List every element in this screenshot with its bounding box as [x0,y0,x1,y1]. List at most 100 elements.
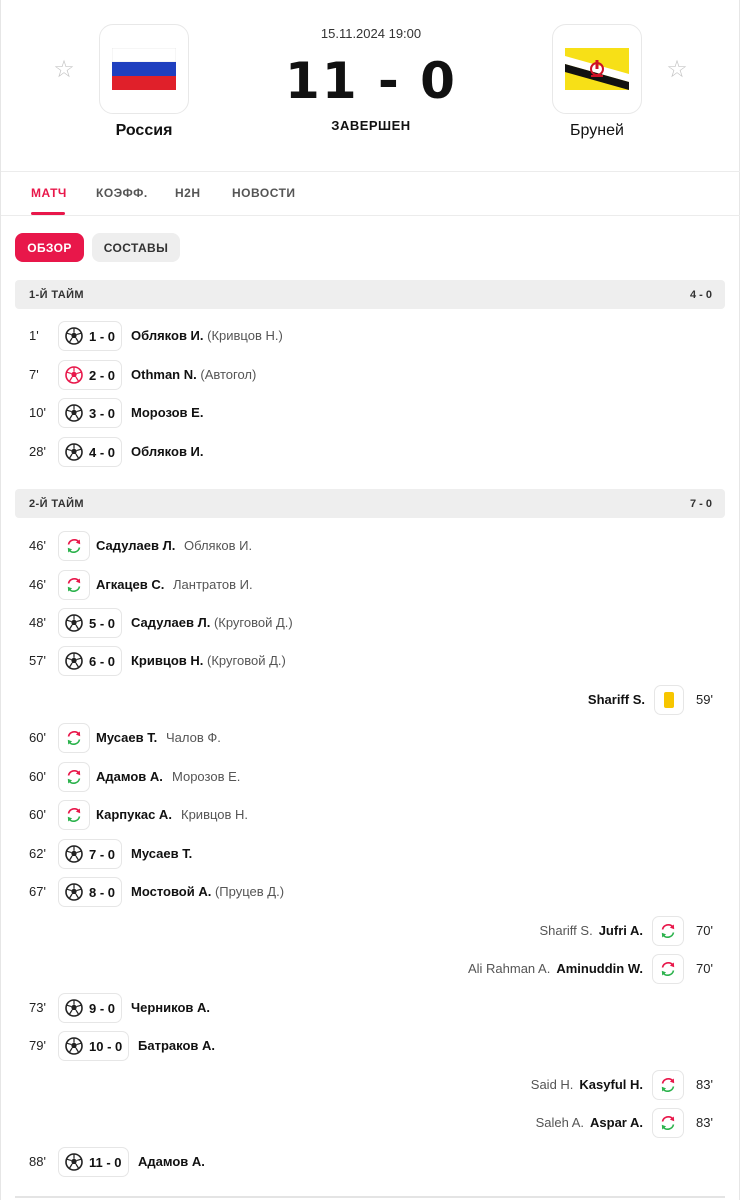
scorer-name[interactable]: Мусаев Т. [131,846,192,861]
event-player[interactable]: Агкацев С. [96,577,164,592]
assist-name[interactable]: (Автогол) [200,367,256,382]
event-row[interactable]: 83' Said H. Kasyful H. [1,1070,740,1100]
player-in-name[interactable]: Мусаев Т. [96,730,157,745]
scorer-name[interactable]: Адамов А. [138,1154,205,1169]
event-player[interactable]: Обляков И. [131,444,204,459]
pill-overview[interactable]: ОБЗОР [15,233,84,262]
scorer-name[interactable]: Othman N. [131,367,197,382]
home-team-name[interactable]: Россия [54,122,234,140]
event-row[interactable]: 88' 11 - 0 Адамов А. [1,1147,740,1177]
away-team-name[interactable]: Бруней [507,122,687,140]
event-row[interactable]: 60' Адамов А. Морозов Е. [1,762,740,792]
player-in-name[interactable]: Карпукас А. [96,807,172,822]
tab-news[interactable]: НОВОСТИ [232,186,296,200]
assist-name[interactable]: (Круговой Д.) [214,615,293,630]
substitution-badge [652,916,684,946]
event-player[interactable]: Адамов А. [138,1154,205,1169]
scorer-name[interactable]: Обляков И. [131,444,204,459]
event-player[interactable]: Карпукас А. [96,807,172,822]
player-out-name[interactable]: Морозов Е. [172,769,240,784]
player-in-name[interactable]: Aminuddin W. [556,961,643,976]
player-out-name[interactable]: Лантратов И. [173,577,253,592]
event-player[interactable]: Кривцов Н. (Круговой Д.) [131,653,286,668]
goal-badge: 2 - 0 [58,360,123,390]
event-row[interactable]: 67' 8 - 0 Мостовой А. (Пруцев Д.) [1,877,740,907]
event-row[interactable]: 79' 10 - 0 Батраков А. [1,1031,740,1061]
scorer-name[interactable]: Кривцов Н. [131,653,203,668]
event-minute: 83' [696,1115,713,1130]
event-row[interactable]: 48' 5 - 0 Садулаев Л. (Круговой Д.) [1,608,740,638]
event-row[interactable]: 70' Ali Rahman A. Aminuddin W. [1,954,740,984]
scorer-name[interactable]: Обляков И. [131,328,204,343]
event-row[interactable]: 62' 7 - 0 Мусаев Т. [1,839,740,869]
event-player[interactable]: Said H. Kasyful H. [531,1077,643,1092]
substitution-badge [58,570,90,600]
event-row[interactable]: 60' Мусаев Т. Чалов Ф. [1,723,740,753]
player-out-name[interactable]: Обляков И. [184,538,252,553]
player-out-name[interactable]: Ali Rahman A. [468,961,550,976]
player-in-name[interactable]: Kasyful H. [579,1077,643,1092]
booked-player-name[interactable]: Shariff S. [588,692,645,707]
assist-name[interactable]: (Кривцов Н.) [207,328,283,343]
tab-h2h[interactable]: H2H [175,186,201,200]
event-minute: 83' [696,1077,713,1092]
event-player[interactable]: Садулаев Л. [96,538,175,553]
scorer-name[interactable]: Морозов Е. [131,405,203,420]
scorer-name[interactable]: Мостовой А. [131,884,211,899]
scorer-name[interactable]: Черников А. [131,1000,210,1015]
event-player[interactable]: Мостовой А. (Пруцев Д.) [131,884,284,899]
player-in-name[interactable]: Aspar A. [590,1115,643,1130]
event-row[interactable]: 57' 6 - 0 Кривцов Н. (Круговой Д.) [1,646,740,676]
player-in-name[interactable]: Адамов А. [96,769,163,784]
player-out-name[interactable]: Shariff S. [539,923,592,938]
event-player[interactable]: Othman N. (Автогол) [131,367,256,382]
assist-name[interactable]: (Пруцев Д.) [215,884,284,899]
event-player[interactable]: Мусаев Т. [96,730,157,745]
event-player[interactable]: Мусаев Т. [131,846,192,861]
event-player[interactable]: Садулаев Л. (Круговой Д.) [131,615,293,630]
substitution-arrows-icon [65,537,83,555]
event-row[interactable]: 7' 2 - 0 Othman N. (Автогол) [1,360,740,390]
event-row[interactable]: 28' 4 - 0 Обляков И. [1,437,740,467]
pill-lineups[interactable]: СОСТАВЫ [92,233,180,262]
player-out-name[interactable]: Кривцов Н. [181,807,248,822]
event-player[interactable]: Батраков А. [138,1038,215,1053]
assist-name[interactable]: (Круговой Д.) [207,653,286,668]
player-in-name[interactable]: Садулаев Л. [96,538,175,553]
event-row[interactable]: 10' 3 - 0 Морозов Е. [1,398,740,428]
tab-match[interactable]: МАТЧ [31,186,67,200]
event-row[interactable]: 60' Карпукас А. Кривцов Н. [1,800,740,830]
event-row[interactable]: 73' 9 - 0 Черников А. [1,993,740,1023]
event-player[interactable]: Shariff S. [588,692,645,707]
event-row[interactable]: 83' Saleh A. Aspar A. [1,1108,740,1138]
favorite-home-star-icon[interactable]: ☆ [52,58,76,82]
player-out-name[interactable]: Saleh A. [536,1115,584,1130]
home-team-logo[interactable] [99,24,189,114]
favorite-away-star-icon[interactable]: ☆ [665,58,689,82]
event-row[interactable]: 1' 1 - 0 Обляков И. (Кривцов Н.) [1,321,740,351]
event-score: 11 - 0 [89,1154,122,1170]
scorer-name[interactable]: Батраков А. [138,1038,215,1053]
tab-odds[interactable]: КОЭФФ. [96,186,148,200]
event-row[interactable]: 46' Агкацев С. Лантратов И. [1,570,740,600]
substitution-badge [58,723,90,753]
goal-badge: 4 - 0 [58,437,123,467]
event-row[interactable]: 59' Shariff S. [1,685,740,715]
event-player[interactable]: Адамов А. [96,769,163,784]
event-player[interactable]: Черников А. [131,1000,210,1015]
event-player[interactable]: Saleh A. Aspar A. [536,1115,643,1130]
player-out-name[interactable]: Чалов Ф. [166,730,221,745]
soccer-ball-icon [65,652,83,670]
event-player[interactable]: Ali Rahman A. Aminuddin W. [468,961,643,976]
event-row[interactable]: 70' Shariff S. Jufri A. [1,916,740,946]
player-in-name[interactable]: Агкацев С. [96,577,164,592]
event-row[interactable]: 46' Садулаев Л. Обляков И. [1,531,740,561]
player-out-name[interactable]: Said H. [531,1077,574,1092]
away-team-logo[interactable] [552,24,642,114]
event-player[interactable]: Shariff S. Jufri A. [539,923,643,938]
scorer-name[interactable]: Садулаев Л. [131,615,210,630]
player-in-name[interactable]: Jufri A. [599,923,643,938]
event-player[interactable]: Обляков И. (Кривцов Н.) [131,328,283,343]
event-player[interactable]: Морозов Е. [131,405,203,420]
event-score: 10 - 0 [89,1038,123,1054]
